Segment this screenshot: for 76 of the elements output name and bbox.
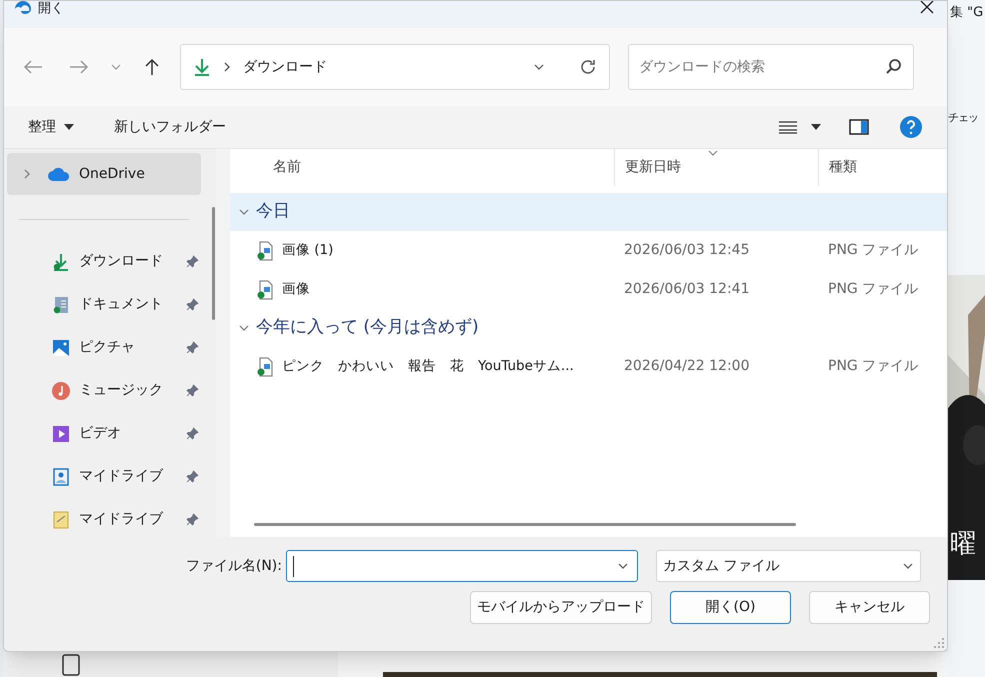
sidebar-item[interactable]: マイドライブ bbox=[7, 455, 201, 498]
help-icon[interactable] bbox=[899, 115, 923, 139]
address-bar[interactable]: ダウンロード bbox=[180, 44, 610, 90]
file-type: PNG ファイル bbox=[827, 357, 918, 376]
pin-icon[interactable] bbox=[186, 341, 199, 354]
dialog-button[interactable]: キャンセル bbox=[809, 591, 930, 624]
location-text: ダウンロード bbox=[243, 58, 327, 76]
filename-field[interactable] bbox=[286, 550, 638, 582]
video-icon bbox=[51, 424, 71, 444]
file-row[interactable]: 画像 (1) 2026/06/03 12:45 PNG ファイル bbox=[230, 231, 947, 270]
pin-icon[interactable] bbox=[186, 255, 199, 268]
drive-icon bbox=[51, 510, 71, 530]
group-header[interactable]: 今日 bbox=[230, 193, 947, 231]
file-type: PNG ファイル bbox=[827, 280, 918, 299]
column-header[interactable]: 種類 bbox=[818, 149, 947, 186]
browser-logo-icon bbox=[14, 1, 32, 15]
filename-label: ファイル名(N): bbox=[184, 556, 283, 576]
download-icon bbox=[51, 252, 71, 272]
sidebar-item[interactable]: マイドライブ bbox=[7, 498, 201, 537]
file-type: PNG ファイル bbox=[827, 241, 918, 260]
file-name: ピンク かわいい 報告 花 YouTubeサム... bbox=[282, 357, 574, 376]
picture-icon bbox=[51, 338, 71, 358]
search-input[interactable]: ダウンロードの検索 bbox=[639, 56, 885, 78]
filetype-select[interactable]: カスタム ファイル bbox=[656, 550, 921, 582]
sidebar-item[interactable]: ミュージック bbox=[7, 369, 201, 412]
sidebar-item[interactable]: OneDrive bbox=[7, 153, 201, 195]
pin-icon[interactable] bbox=[186, 427, 199, 440]
organize-button[interactable]: 整理 bbox=[28, 116, 74, 138]
search-field[interactable]: ダウンロードの検索 bbox=[628, 44, 914, 90]
pin-icon[interactable] bbox=[186, 384, 199, 397]
music-icon bbox=[51, 380, 71, 400]
drive-icon bbox=[51, 466, 71, 486]
scrollbar-thumb[interactable] bbox=[212, 207, 215, 320]
file-row[interactable]: ピンク かわいい 報告 花 YouTubeサム... 2026/04/22 12:00 PNG ファイル bbox=[230, 347, 947, 386]
preview-pane-icon[interactable] bbox=[849, 119, 869, 135]
refresh-icon[interactable] bbox=[579, 58, 597, 76]
column-header[interactable]: 更新日時 bbox=[614, 149, 818, 186]
file-name: 画像 (1) bbox=[282, 241, 334, 260]
sidebar-item[interactable]: ピクチャ bbox=[7, 326, 201, 369]
cloud-icon bbox=[47, 166, 71, 182]
image-file-icon bbox=[256, 280, 274, 300]
modified-date: 2026/04/22 12:00 bbox=[623, 357, 750, 376]
screenshot-icon bbox=[61, 654, 81, 676]
file-name: 画像 bbox=[282, 280, 310, 300]
sidebar-item[interactable]: ドキュメント bbox=[7, 283, 201, 326]
caret-icon[interactable] bbox=[811, 124, 821, 130]
image-file-icon bbox=[256, 240, 274, 260]
pin-icon[interactable] bbox=[186, 470, 199, 483]
dialog-button[interactable]: 開く(O) bbox=[670, 591, 791, 624]
forward-arrow-icon[interactable] bbox=[68, 59, 90, 75]
file-row[interactable]: 画像 2026/06/03 12:41 PNG ファイル bbox=[230, 270, 947, 309]
background-text: チェッ bbox=[948, 110, 978, 126]
search-icon[interactable] bbox=[885, 58, 903, 76]
image-file-icon bbox=[256, 356, 274, 376]
group-header[interactable]: 今年に入って (今月は含めず) bbox=[230, 309, 947, 347]
document-icon bbox=[51, 294, 71, 314]
up-arrow-icon[interactable] bbox=[144, 57, 160, 77]
close-icon[interactable] bbox=[919, 1, 935, 15]
download-icon bbox=[193, 57, 211, 77]
horizontal-scrollbar-thumb[interactable] bbox=[254, 523, 796, 526]
column-header[interactable]: 名前 bbox=[230, 149, 614, 186]
new-folder-button[interactable]: 新しいフォルダー bbox=[114, 116, 226, 138]
pin-icon[interactable] bbox=[186, 298, 199, 311]
resize-grip-icon[interactable] bbox=[934, 638, 944, 648]
sidebar-item[interactable]: ダウンロード bbox=[7, 240, 201, 283]
caret-icon bbox=[64, 124, 74, 130]
background-text: 集 "G bbox=[950, 4, 984, 22]
dialog-button[interactable]: モバイルからアップロード bbox=[470, 591, 652, 624]
sidebar-item[interactable]: ビデオ bbox=[7, 412, 201, 455]
pin-icon[interactable] bbox=[186, 513, 199, 526]
view-list-icon[interactable] bbox=[779, 120, 797, 134]
modified-date: 2026/06/03 12:45 bbox=[623, 241, 750, 260]
modified-date: 2026/06/03 12:41 bbox=[623, 280, 750, 299]
background-text: 曜 bbox=[950, 528, 976, 561]
window-title: 開く bbox=[38, 2, 64, 16]
back-arrow-icon[interactable] bbox=[22, 59, 44, 75]
